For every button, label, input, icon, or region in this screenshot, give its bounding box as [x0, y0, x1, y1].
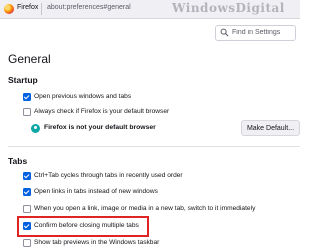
checkbox-unchecked[interactable]	[23, 205, 31, 213]
find-in-settings-box[interactable]	[215, 25, 296, 41]
watermark: WindowsDigital	[172, 1, 285, 15]
search-input[interactable]	[232, 26, 292, 39]
make-default-button[interactable]: Make Default...	[241, 120, 300, 136]
checkbox-checked[interactable]	[23, 93, 31, 101]
section-divider	[8, 146, 300, 147]
default-browser-status-text: Firefox is not your default browser	[44, 124, 156, 131]
address-bar-separator	[41, 3, 42, 15]
checkbox-unchecked[interactable]	[23, 239, 31, 247]
page-title: General	[8, 52, 51, 66]
tabs-heading: Tabs	[8, 156, 28, 166]
highlight-box	[17, 216, 149, 237]
checkbox-unchecked[interactable]	[23, 108, 31, 116]
identity-label[interactable]: Firefox	[17, 4, 38, 11]
checkbox-checked[interactable]	[23, 188, 31, 196]
checkbox-checked[interactable]	[23, 172, 31, 180]
checkbox-label: When you open a link, image or media in …	[34, 205, 256, 212]
startup-heading: Startup	[8, 75, 38, 85]
checkbox-label: Ctrl+Tab cycles through tabs in recently…	[34, 172, 183, 179]
search-icon	[220, 28, 229, 37]
checkbox-label: Open links in tabs instead of new window…	[34, 188, 158, 195]
firefox-status-icon	[31, 124, 40, 133]
firefox-logo-icon	[4, 4, 14, 14]
checkbox-label: Always check if Firefox is your default …	[34, 108, 170, 115]
checkbox-label: Open previous windows and tabs	[34, 93, 132, 100]
checkbox-label: Show tab previews in the Windows taskbar	[34, 239, 160, 246]
url-text[interactable]: about:preferences#general	[47, 4, 131, 11]
